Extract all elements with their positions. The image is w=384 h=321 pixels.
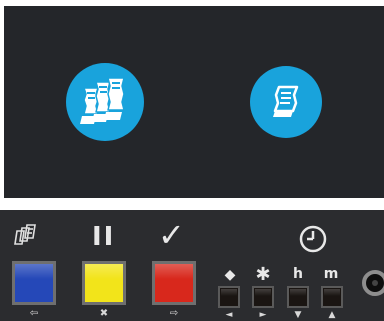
- document-icon: [273, 85, 299, 117]
- left-triangle-icon: ◄: [225, 310, 233, 320]
- blue-key-face: [15, 264, 53, 302]
- diamond-key[interactable]: [218, 286, 240, 308]
- hour-label: h: [293, 266, 303, 282]
- right-triangle-icon: ►: [259, 310, 267, 320]
- cross-icon: ✖: [99, 308, 109, 319]
- h-key[interactable]: [287, 286, 309, 308]
- single-receipt-button[interactable]: [250, 66, 322, 138]
- clock-icon: [298, 224, 328, 254]
- right-arrow-icon: ⇨: [169, 308, 179, 319]
- audio-jack: [362, 270, 384, 296]
- document-stack-icon: [14, 224, 38, 248]
- multi-receipt-button[interactable]: [66, 63, 144, 141]
- red-key[interactable]: [152, 261, 196, 305]
- diamond-icon: ◆: [224, 267, 236, 283]
- left-arrow-icon: ⇦: [29, 308, 39, 319]
- display-screen: [4, 6, 384, 198]
- up-triangle-icon: ▲: [328, 310, 336, 320]
- control-panel: II ✓ ⇦ ✖ ⇨ ◆ ✱ h m ◄ ► ▼ ▲: [0, 210, 384, 321]
- check-icon: ✓: [158, 216, 185, 254]
- multi-document-icon: [80, 77, 125, 124]
- pause-icon: II: [92, 222, 116, 252]
- m-key[interactable]: [321, 286, 343, 308]
- yellow-key-face: [85, 264, 123, 302]
- yellow-key[interactable]: [82, 261, 126, 305]
- star-icon: ✱: [255, 264, 271, 285]
- star-key[interactable]: [252, 286, 274, 308]
- blue-key[interactable]: [12, 261, 56, 305]
- red-key-face: [155, 264, 193, 302]
- minute-label: m: [323, 266, 339, 282]
- down-triangle-icon: ▼: [294, 310, 302, 320]
